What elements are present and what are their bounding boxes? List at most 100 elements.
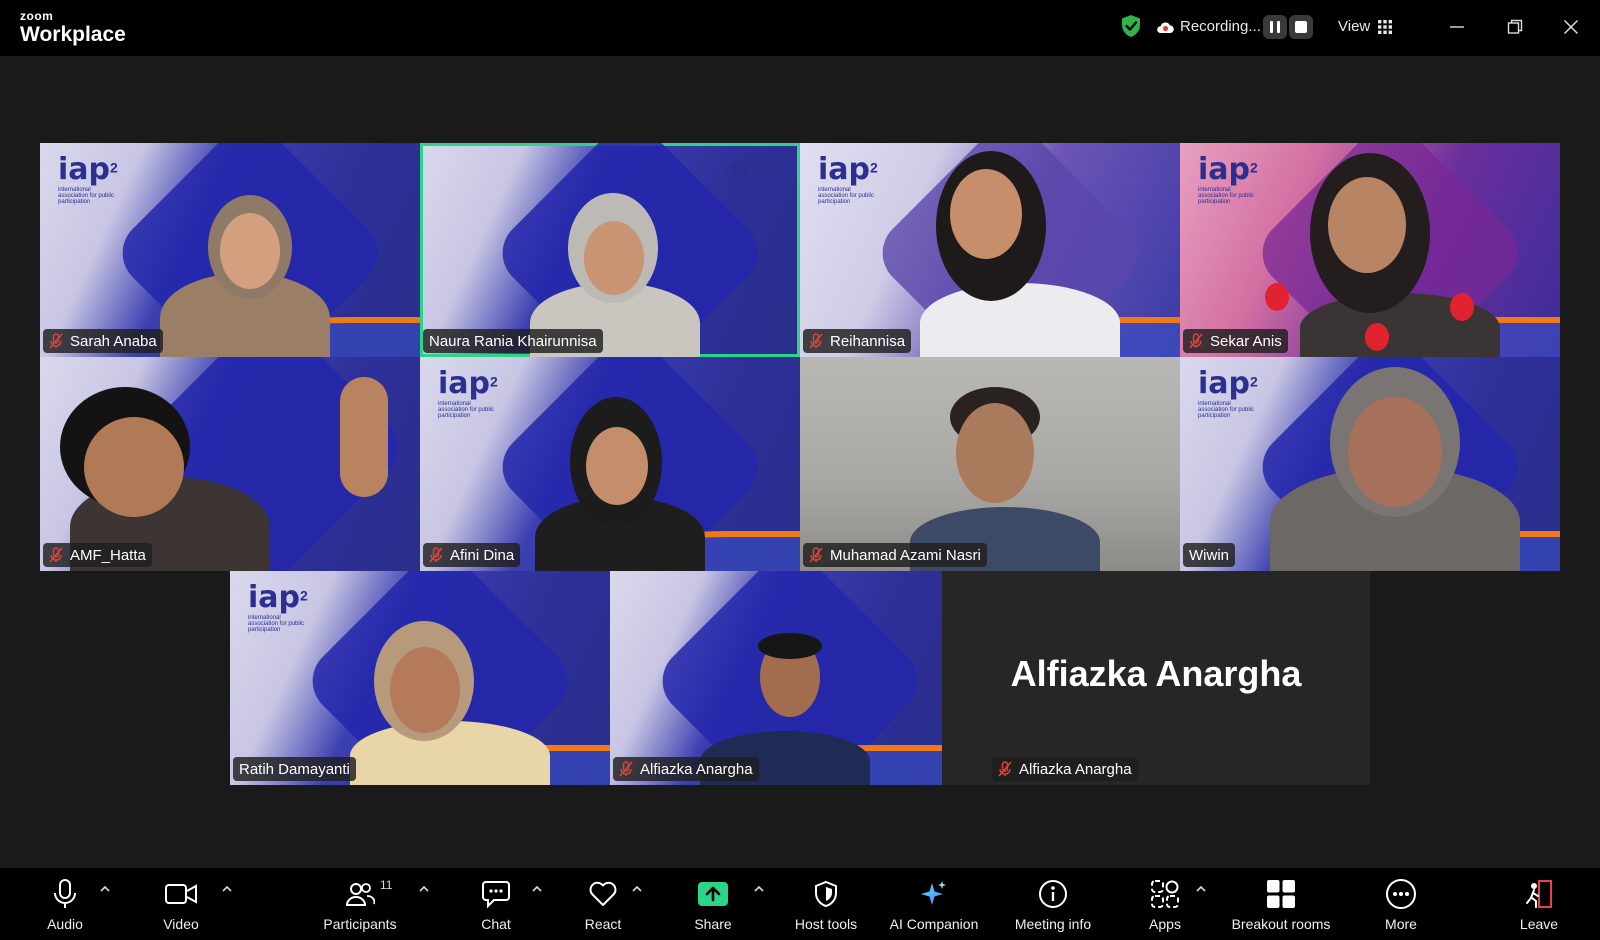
minimize-icon: [1450, 26, 1464, 28]
meeting-toolbar: Audio Video Participants 11 Chat React S…: [0, 868, 1600, 940]
video-tile[interactable]: iap2 international association for publi…: [1180, 357, 1560, 571]
chat-icon: [482, 881, 510, 908]
video-tile[interactable]: iap2 international association for publi…: [1180, 143, 1560, 357]
minimize-button[interactable]: [1442, 12, 1472, 42]
ai-sparkle-icon: [921, 881, 946, 905]
encryption-shield-icon[interactable]: [1120, 14, 1142, 38]
participant-name-label: Muhamad Azami Nasri: [803, 543, 987, 567]
participant-name-label: AMF_Hatta: [43, 543, 152, 567]
recording-status: Recording...: [1180, 18, 1261, 35]
meeting-info-button[interactable]: Meeting info: [1007, 868, 1099, 940]
participant-name: Sekar Anis: [1210, 332, 1282, 350]
participant-display-name: Alfiazka Anargha: [1010, 653, 1302, 694]
iap2-logo: iap2 international association for publi…: [248, 580, 308, 634]
audio-options-chevron-icon[interactable]: [98, 882, 112, 896]
participant-count-badge: 11: [380, 878, 393, 892]
participant-name-label: Reihannisa: [803, 329, 912, 353]
host-tools-button[interactable]: Host tools: [788, 868, 864, 940]
video-tile-camera-off[interactable]: Alfiazka Anargha Alfiazka Anargha: [942, 571, 1370, 785]
chat-options-chevron-icon[interactable]: [530, 882, 544, 896]
participant-name-label: Alfiazka Anargha: [613, 757, 759, 781]
brand-top: zoom: [20, 9, 54, 23]
participants-options-chevron-icon[interactable]: [417, 882, 431, 896]
more-button[interactable]: More: [1381, 868, 1421, 940]
video-tile[interactable]: Muhamad Azami Nasri: [800, 357, 1180, 571]
participant-name-label: Ratih Damayanti: [233, 757, 356, 781]
brand-main: Workplace: [20, 23, 126, 46]
breakout-rooms-button[interactable]: Breakout rooms: [1223, 868, 1339, 940]
iap2-logo: iap2 international association for publi…: [58, 152, 118, 206]
leave-button[interactable]: Leave: [1519, 868, 1559, 940]
iap2-logo: iap2 international association for publi…: [1198, 366, 1258, 420]
muted-mic-icon: [619, 761, 633, 777]
close-icon: [1563, 19, 1579, 35]
apps-icon: [1151, 880, 1179, 908]
participant-name-label: Wiwin: [1183, 543, 1235, 567]
participant-name: AMF_Hatta: [70, 546, 146, 564]
participant-name: Reihannisa: [830, 332, 906, 350]
participant-name: Ratih Damayanti: [239, 760, 350, 778]
iap2-logo: iap2 international association for publi…: [438, 366, 498, 420]
participants-icon: [345, 883, 375, 906]
apps-options-chevron-icon[interactable]: [1194, 882, 1208, 896]
video-tile[interactable]: AMF_Hatta: [40, 357, 420, 571]
leave-door-icon: [1526, 880, 1552, 908]
heart-icon: [589, 881, 617, 906]
participant-name: Muhamad Azami Nasri: [830, 546, 981, 564]
participant-name-label: Alfiazka Anargha: [992, 757, 1138, 781]
more-icon: [1386, 879, 1416, 909]
participant-name-label: Naura Rania Khairunnisa: [423, 329, 603, 353]
info-icon: [1039, 880, 1067, 908]
participant-name: Sarah Anaba: [70, 332, 157, 350]
video-tile-active-speaker[interactable]: iap2 Naura Rania Khairunnisa: [420, 143, 800, 357]
muted-mic-icon: [49, 333, 63, 349]
participant-name: Alfiazka Anargha: [640, 760, 753, 778]
participant-name-label: Sarah Anaba: [43, 329, 163, 353]
muted-mic-icon: [1189, 333, 1203, 349]
video-camera-icon: [165, 884, 197, 904]
iap2-logo: iap2 international association for publi…: [818, 152, 878, 206]
pause-recording-button[interactable]: [1263, 15, 1287, 39]
muted-mic-icon: [429, 547, 443, 563]
microphone-icon: [54, 879, 76, 908]
video-options-chevron-icon[interactable]: [220, 882, 234, 896]
restore-icon: [1507, 19, 1523, 34]
chat-button[interactable]: Chat: [475, 868, 517, 940]
ai-companion-button[interactable]: AI Companion: [884, 868, 984, 940]
participant-name: Wiwin: [1189, 546, 1229, 564]
video-tile[interactable]: Alfiazka Anargha: [610, 571, 942, 785]
host-tools-shield-icon: [815, 880, 837, 908]
react-options-chevron-icon[interactable]: [630, 882, 644, 896]
muted-mic-icon: [809, 547, 823, 563]
participant-name: Alfiazka Anargha: [1019, 760, 1132, 778]
video-tile[interactable]: iap2 international association for publi…: [230, 571, 610, 785]
balloon-icon: [1365, 323, 1389, 351]
iap2-logo-mirrored: iap2: [722, 152, 782, 187]
balloon-icon: [1450, 293, 1474, 321]
share-screen-icon: [698, 882, 728, 906]
iap2-logo: iap2 international association for publi…: [1198, 152, 1258, 206]
apps-button[interactable]: Apps: [1145, 868, 1185, 940]
react-button[interactable]: React: [580, 868, 626, 940]
stop-recording-button[interactable]: [1289, 15, 1313, 39]
video-tile[interactable]: iap2 international association for publi…: [40, 143, 420, 357]
audio-button[interactable]: Audio: [40, 868, 90, 940]
zoom-workplace-logo: zoom Workplace: [20, 10, 126, 45]
muted-mic-icon: [998, 761, 1012, 777]
raised-hand: [340, 377, 388, 497]
video-tile[interactable]: iap2 international association for publi…: [800, 143, 1180, 357]
balloon-icon: [1265, 283, 1289, 311]
share-button[interactable]: Share: [690, 868, 736, 940]
view-button[interactable]: View: [1338, 18, 1370, 35]
muted-mic-icon: [809, 333, 823, 349]
close-button[interactable]: [1556, 12, 1586, 42]
share-options-chevron-icon[interactable]: [752, 882, 766, 896]
cloud-recording-icon: [1157, 22, 1174, 33]
breakout-rooms-icon: [1267, 880, 1295, 908]
restore-button[interactable]: [1500, 12, 1530, 42]
video-tile[interactable]: iap2 international association for publi…: [420, 357, 800, 571]
participant-name: Naura Rania Khairunnisa: [429, 332, 597, 350]
title-bar: zoom Workplace Recording... View: [0, 0, 1600, 56]
gallery-grid-icon[interactable]: [1378, 20, 1392, 34]
video-button[interactable]: Video: [155, 868, 207, 940]
